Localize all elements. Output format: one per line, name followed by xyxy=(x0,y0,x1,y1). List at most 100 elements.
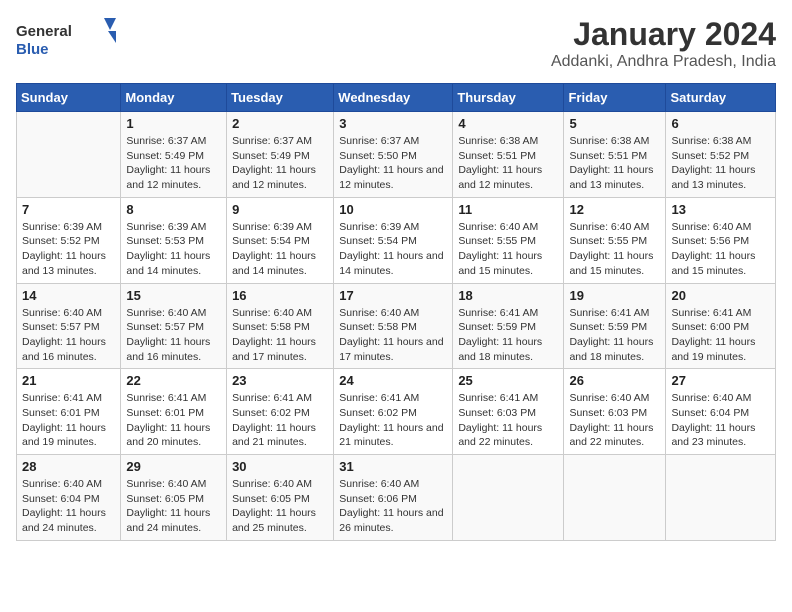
column-header-tuesday: Tuesday xyxy=(227,84,334,112)
day-number: 26 xyxy=(569,373,660,388)
day-info: Sunrise: 6:37 AMSunset: 5:49 PMDaylight:… xyxy=(232,134,328,193)
week-row-3: 14Sunrise: 6:40 AMSunset: 5:57 PMDayligh… xyxy=(17,283,776,369)
day-cell: 28 Sunrise: 6:40 AMSunset: 6:04 PMDayligh… xyxy=(17,455,121,541)
day-info: Sunrise: 6:41 AMSunset: 6:02 PMDaylight:… xyxy=(339,391,447,450)
day-info: Sunrise: 6:39 AMSunset: 5:52 PMDaylight:… xyxy=(22,220,115,279)
day-info: Sunrise: 6:40 AMSunset: 6:03 PMDaylight:… xyxy=(569,391,660,450)
day-cell: 9 Sunrise: 6:39 AMSunset: 5:54 PMDaylight… xyxy=(227,197,334,283)
day-info: Sunrise: 6:40 AMSunset: 6:04 PMDaylight:… xyxy=(22,477,115,536)
day-cell xyxy=(564,455,666,541)
day-number: 20 xyxy=(671,288,770,303)
day-cell: 18Sunrise: 6:41 AMSunset: 5:59 PMDayligh… xyxy=(453,283,564,369)
day-cell: 7 Sunrise: 6:39 AMSunset: 5:52 PMDaylight… xyxy=(17,197,121,283)
day-info: Sunrise: 6:40 AMSunset: 5:56 PMDaylight:… xyxy=(671,220,770,279)
day-info: Sunrise: 6:38 AMSunset: 5:51 PMDaylight:… xyxy=(569,134,660,193)
day-info: Sunrise: 6:40 AMSunset: 5:57 PMDaylight:… xyxy=(126,306,221,365)
day-number: 9 xyxy=(232,202,328,217)
logo-svg: General Blue xyxy=(16,16,116,60)
day-cell: 30Sunrise: 6:40 AMSunset: 6:05 PMDayligh… xyxy=(227,455,334,541)
day-cell: 16 Sunrise: 6:40 AMSunset: 5:58 PMDayligh… xyxy=(227,283,334,369)
day-cell: 26 Sunrise: 6:40 AMSunset: 6:03 PMDayligh… xyxy=(564,369,666,455)
day-number: 3 xyxy=(339,116,447,131)
day-info: Sunrise: 6:40 AMSunset: 6:06 PMDaylight:… xyxy=(339,477,447,536)
day-info: Sunrise: 6:40 AMSunset: 5:58 PMDaylight:… xyxy=(232,306,328,365)
svg-text:Blue: Blue xyxy=(16,41,49,58)
day-number: 8 xyxy=(126,202,221,217)
day-number: 13 xyxy=(671,202,770,217)
day-number: 27 xyxy=(671,373,770,388)
day-info: Sunrise: 6:37 AMSunset: 5:50 PMDaylight:… xyxy=(339,134,447,193)
day-number: 19 xyxy=(569,288,660,303)
day-number: 24 xyxy=(339,373,447,388)
day-number: 29 xyxy=(126,459,221,474)
column-header-friday: Friday xyxy=(564,84,666,112)
day-number: 22 xyxy=(126,373,221,388)
day-cell xyxy=(17,112,121,198)
day-cell: 15 Sunrise: 6:40 AMSunset: 5:57 PMDayligh… xyxy=(121,283,227,369)
day-cell: 31 Sunrise: 6:40 AMSunset: 6:06 PMDayligh… xyxy=(334,455,453,541)
day-number: 25 xyxy=(458,373,558,388)
day-info: Sunrise: 6:41 AMSunset: 6:01 PMDaylight:… xyxy=(22,391,115,450)
day-number: 6 xyxy=(671,116,770,131)
day-cell xyxy=(666,455,776,541)
day-info: Sunrise: 6:41 AMSunset: 6:02 PMDaylight:… xyxy=(232,391,328,450)
column-header-wednesday: Wednesday xyxy=(334,84,453,112)
day-info: Sunrise: 6:41 AMSunset: 6:00 PMDaylight:… xyxy=(671,306,770,365)
day-number: 21 xyxy=(22,373,115,388)
day-info: Sunrise: 6:39 AMSunset: 5:53 PMDaylight:… xyxy=(126,220,221,279)
page-header: General Blue January 2024 Addanki, Andhr… xyxy=(16,16,776,71)
day-info: Sunrise: 6:38 AMSunset: 5:51 PMDaylight:… xyxy=(458,134,558,193)
day-number: 28 xyxy=(22,459,115,474)
day-number: 4 xyxy=(458,116,558,131)
day-cell: 24 Sunrise: 6:41 AMSunset: 6:02 PMDayligh… xyxy=(334,369,453,455)
page-title: January 2024 xyxy=(551,16,776,53)
day-number: 7 xyxy=(22,202,115,217)
header-row: SundayMondayTuesdayWednesdayThursdayFrid… xyxy=(17,84,776,112)
day-cell: 29 Sunrise: 6:40 AMSunset: 6:05 PMDayligh… xyxy=(121,455,227,541)
column-header-saturday: Saturday xyxy=(666,84,776,112)
week-row-1: 1 Sunrise: 6:37 AMSunset: 5:49 PMDaylight… xyxy=(17,112,776,198)
day-info: Sunrise: 6:41 AMSunset: 6:01 PMDaylight:… xyxy=(126,391,221,450)
day-number: 2 xyxy=(232,116,328,131)
day-number: 12 xyxy=(569,202,660,217)
column-header-monday: Monday xyxy=(121,84,227,112)
column-header-thursday: Thursday xyxy=(453,84,564,112)
day-info: Sunrise: 6:39 AMSunset: 5:54 PMDaylight:… xyxy=(232,220,328,279)
day-cell: 8 Sunrise: 6:39 AMSunset: 5:53 PMDaylight… xyxy=(121,197,227,283)
day-number: 15 xyxy=(126,288,221,303)
day-cell: 10Sunrise: 6:39 AMSunset: 5:54 PMDayligh… xyxy=(334,197,453,283)
day-cell xyxy=(453,455,564,541)
day-number: 23 xyxy=(232,373,328,388)
day-cell: 2 Sunrise: 6:37 AMSunset: 5:49 PMDaylight… xyxy=(227,112,334,198)
day-cell: 13 Sunrise: 6:40 AMSunset: 5:56 PMDayligh… xyxy=(666,197,776,283)
day-number: 16 xyxy=(232,288,328,303)
day-number: 1 xyxy=(126,116,221,131)
day-number: 5 xyxy=(569,116,660,131)
day-cell: 6 Sunrise: 6:38 AMSunset: 5:52 PMDaylight… xyxy=(666,112,776,198)
column-header-sunday: Sunday xyxy=(17,84,121,112)
day-number: 11 xyxy=(458,202,558,217)
day-info: Sunrise: 6:38 AMSunset: 5:52 PMDaylight:… xyxy=(671,134,770,193)
day-info: Sunrise: 6:40 AMSunset: 5:55 PMDaylight:… xyxy=(458,220,558,279)
day-number: 30 xyxy=(232,459,328,474)
day-number: 31 xyxy=(339,459,447,474)
day-info: Sunrise: 6:40 AMSunset: 6:04 PMDaylight:… xyxy=(671,391,770,450)
day-cell: 14Sunrise: 6:40 AMSunset: 5:57 PMDayligh… xyxy=(17,283,121,369)
day-cell: 25 Sunrise: 6:41 AMSunset: 6:03 PMDayligh… xyxy=(453,369,564,455)
day-cell: 4 Sunrise: 6:38 AMSunset: 5:51 PMDaylight… xyxy=(453,112,564,198)
svg-text:General: General xyxy=(16,23,72,40)
week-row-4: 21 Sunrise: 6:41 AMSunset: 6:01 PMDayligh… xyxy=(17,369,776,455)
day-cell: 19Sunrise: 6:41 AMSunset: 5:59 PMDayligh… xyxy=(564,283,666,369)
week-row-5: 28 Sunrise: 6:40 AMSunset: 6:04 PMDayligh… xyxy=(17,455,776,541)
day-number: 17 xyxy=(339,288,447,303)
day-info: Sunrise: 6:40 AMSunset: 5:55 PMDaylight:… xyxy=(569,220,660,279)
day-cell: 11 Sunrise: 6:40 AMSunset: 5:55 PMDayligh… xyxy=(453,197,564,283)
day-cell: 3 Sunrise: 6:37 AMSunset: 5:50 PMDaylight… xyxy=(334,112,453,198)
day-cell: 17Sunrise: 6:40 AMSunset: 5:58 PMDayligh… xyxy=(334,283,453,369)
day-info: Sunrise: 6:41 AMSunset: 6:03 PMDaylight:… xyxy=(458,391,558,450)
day-cell: 12 Sunrise: 6:40 AMSunset: 5:55 PMDayligh… xyxy=(564,197,666,283)
day-info: Sunrise: 6:40 AMSunset: 6:05 PMDaylight:… xyxy=(126,477,221,536)
page-subtitle: Addanki, Andhra Pradesh, India xyxy=(551,53,776,71)
day-number: 18 xyxy=(458,288,558,303)
day-cell: 1Sunrise: 6:37 AMSunset: 5:49 PMDaylight… xyxy=(121,112,227,198)
